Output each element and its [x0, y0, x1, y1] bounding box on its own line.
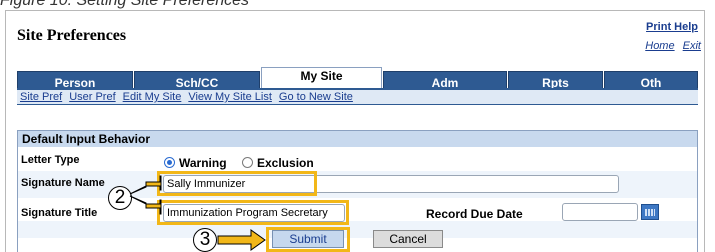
tab-oth[interactable]: Oth: [604, 71, 698, 88]
tab-person[interactable]: Person: [17, 71, 133, 88]
signature-name-highlight: [157, 171, 317, 196]
tab-my-site[interactable]: My Site: [261, 67, 382, 88]
exit-link[interactable]: Exit: [683, 40, 701, 52]
submit-highlight: [266, 227, 350, 252]
page-title: Site Preferences: [17, 27, 127, 44]
letter-type-label: Letter Type: [21, 154, 80, 166]
subnav-go-to-new-site[interactable]: Go to New Site: [279, 91, 353, 103]
subnav-edit-my-site[interactable]: Edit My Site: [123, 91, 182, 103]
tab-adm[interactable]: Adm: [383, 71, 507, 88]
tab-bar: Person Sch/CC My Site Adm Rpts Oth: [17, 67, 698, 88]
step-3-arrow-icon: [217, 229, 266, 251]
step-3-marker: 3: [193, 228, 217, 252]
radio-exclusion[interactable]: [242, 157, 253, 168]
subnav-view-my-site-list[interactable]: View My Site List: [188, 91, 272, 103]
record-due-date-input[interactable]: [562, 203, 638, 221]
tab-rpts[interactable]: Rpts: [508, 71, 603, 88]
home-link[interactable]: Home: [645, 40, 674, 52]
signature-name-label: Signature Name: [21, 177, 105, 189]
subnav-user-pref[interactable]: User Pref: [69, 91, 115, 103]
section-heading: Default Input Behavior: [18, 131, 697, 147]
subnav-site-pref[interactable]: Site Pref: [20, 91, 62, 103]
radio-exclusion-label: Exclusion: [257, 156, 314, 170]
radio-warning[interactable]: [164, 157, 175, 168]
tab-sch-cc[interactable]: Sch/CC: [134, 71, 260, 88]
cancel-button[interactable]: Cancel: [373, 230, 443, 248]
figure-caption: Figure 10: Setting Site Preferences: [0, 0, 250, 9]
radio-warning-label: Warning: [179, 156, 227, 170]
record-due-date-label: Record Due Date: [426, 207, 523, 221]
row-band: [18, 221, 697, 238]
sub-navigation: Site Pref User Pref Edit My Site View My Si…: [17, 88, 698, 105]
signature-title-label: Signature Title: [21, 207, 98, 219]
step-2-arrows-icon: [129, 175, 162, 215]
top-links: Home Exit: [640, 40, 701, 52]
signature-title-highlight: [157, 200, 349, 225]
print-help-link[interactable]: Print Help: [646, 21, 698, 33]
calendar-icon[interactable]: [641, 204, 659, 220]
